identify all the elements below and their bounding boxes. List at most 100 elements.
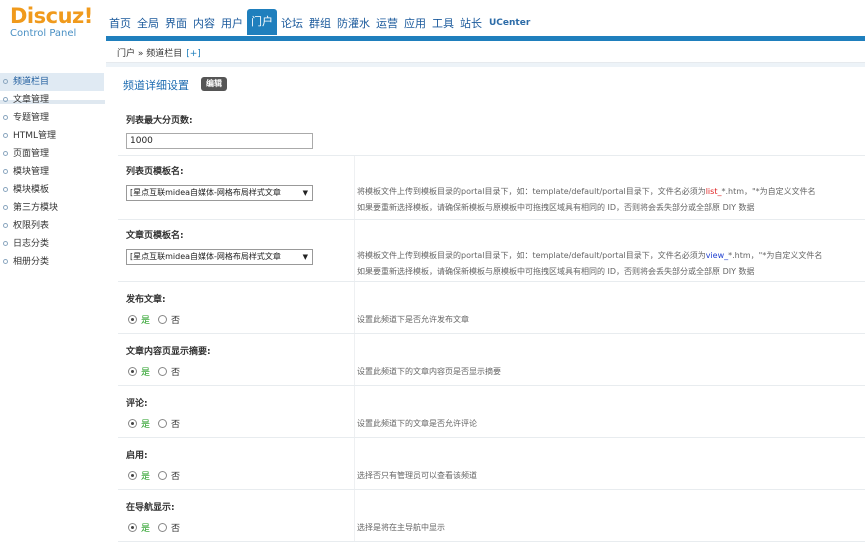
- main-content: 频道详细设置 编辑 列表最大分页数: 列表页模板名: [星点互联midea自媒体…: [106, 67, 865, 545]
- list-template-desc-1: 将模板文件上传到模板目录的portal目录下，如：template/defaul…: [357, 184, 816, 200]
- sidebar-item-channels[interactable]: 频道栏目: [0, 73, 104, 91]
- show-summary-yes[interactable]: 是: [128, 365, 150, 378]
- tab-group[interactable]: 群组: [306, 12, 334, 36]
- tab-apps[interactable]: 应用: [401, 12, 429, 36]
- sidebar-item-label: HTML管理: [13, 131, 57, 141]
- max-pages-input[interactable]: [126, 133, 313, 149]
- comments-no[interactable]: 否: [158, 417, 180, 430]
- publish-article-no[interactable]: 否: [158, 313, 180, 326]
- bullet-icon: [3, 169, 8, 174]
- article-template-label: 文章页模板名:: [126, 231, 184, 241]
- radio-label: 是: [141, 420, 151, 430]
- bullet-icon: [3, 151, 8, 156]
- logo-text: Discuz!: [10, 4, 93, 28]
- article-template-row: 文章页模板名: [星点互联midea自媒体-网格布局样式文章 ▼ 将模板文件上传…: [118, 220, 865, 282]
- sidebar-item-articles[interactable]: 文章管理: [0, 91, 104, 109]
- sidebar-item-blog-categories[interactable]: 日志分类: [0, 235, 104, 253]
- tab-operation[interactable]: 运营: [373, 12, 401, 36]
- comments-yes[interactable]: 是: [128, 417, 150, 430]
- sidebar-item-label: 模块管理: [13, 167, 50, 177]
- comments-label: 评论:: [126, 399, 148, 409]
- bullet-icon: [3, 79, 8, 84]
- publish-article-yes[interactable]: 是: [128, 313, 150, 326]
- breadcrumb-text: 门户 » 频道栏目: [117, 49, 183, 59]
- tab-global[interactable]: 全局: [134, 12, 162, 36]
- bullet-icon: [3, 241, 8, 246]
- sidebar-item-label: 文章管理: [13, 95, 50, 105]
- show-summary-options: 是 否: [128, 365, 188, 378]
- sidebar-item-third-party-blocks[interactable]: 第三方模块: [0, 199, 104, 217]
- add-shortcut-button[interactable]: [+]: [186, 49, 201, 59]
- max-pages-label: 列表最大分页数:: [126, 116, 193, 126]
- list-template-label: 列表页模板名:: [126, 167, 184, 177]
- publish-article-desc: 设置此频道下是否允许发布文章: [357, 315, 469, 324]
- breadcrumb-bar: 门户 » 频道栏目 [+]: [106, 41, 865, 63]
- sidebar-item-block-templates[interactable]: 模块模板: [0, 181, 104, 199]
- tab-tools[interactable]: 工具: [429, 12, 457, 36]
- radio-unchecked-icon: [158, 419, 168, 428]
- sidebar-menu: 频道栏目 文章管理 专题管理 HTML管理 页面管理 模块管理 模块模板 第三方…: [0, 73, 104, 271]
- sidebar-item-pages[interactable]: 页面管理: [0, 145, 104, 163]
- sidebar-item-label: 模块模板: [13, 185, 50, 195]
- enable-label: 启用:: [126, 451, 148, 461]
- top-nav: 首页 全局 界面 内容 用户 门户 论坛 群组 防灌水 运营 应用 工具 站长 …: [106, 9, 534, 36]
- radio-checked-icon: [128, 523, 137, 532]
- list-template-value: [星点互联midea自媒体-网格布局样式文章: [130, 188, 281, 197]
- desc-text: *.htm，"*为自定义文件名: [728, 251, 823, 260]
- column-divider: [354, 220, 355, 281]
- bullet-icon: [3, 223, 8, 228]
- show-summary-label: 文章内容页显示摘要:: [126, 347, 211, 357]
- radio-label: 否: [171, 524, 181, 534]
- nav-display-desc: 选择是将在主导航中显示: [357, 523, 445, 532]
- radio-label: 是: [141, 524, 151, 534]
- sidebar-item-label: 频道栏目: [13, 77, 50, 87]
- list-template-desc-2: 如果要重新选择模板，请确保新模板与原模板中可拖拽区域具有相同的 ID，否则将会丢…: [357, 203, 755, 212]
- tab-home[interactable]: 首页: [106, 12, 134, 36]
- column-divider: [354, 282, 355, 333]
- tab-forum[interactable]: 论坛: [278, 12, 306, 36]
- show-summary-no[interactable]: 否: [158, 365, 180, 378]
- desc-highlight: view_: [705, 251, 729, 260]
- bullet-icon: [3, 115, 8, 120]
- tab-antispam[interactable]: 防灌水: [334, 12, 373, 36]
- comments-options: 是 否: [128, 417, 188, 430]
- radio-label: 是: [141, 316, 151, 326]
- enable-yes[interactable]: 是: [128, 469, 150, 482]
- publish-article-label: 发布文章:: [126, 295, 166, 305]
- comments-row: 评论: 是 否 设置此频道下的文章是否允许评论: [118, 386, 865, 438]
- sidebar-item-topics[interactable]: 专题管理: [0, 109, 104, 127]
- nav-display-yes[interactable]: 是: [128, 521, 150, 534]
- max-pages-row: 列表最大分页数:: [118, 105, 865, 156]
- tab-content[interactable]: 内容: [190, 12, 218, 36]
- bullet-icon: [3, 187, 8, 192]
- sidebar-item-permissions[interactable]: 权限列表: [0, 217, 104, 235]
- sidebar-item-html[interactable]: HTML管理: [0, 127, 104, 145]
- article-template-select[interactable]: [星点互联midea自媒体-网格布局样式文章 ▼: [126, 249, 313, 265]
- tab-style[interactable]: 界面: [162, 12, 190, 36]
- enable-options: 是 否: [128, 469, 188, 482]
- tab-portal[interactable]: 门户: [247, 9, 277, 35]
- radio-checked-icon: [128, 471, 137, 480]
- enable-no[interactable]: 否: [158, 469, 180, 482]
- enable-row: 启用: 是 否 选择否只有管理员可以查看该频道: [118, 438, 865, 490]
- tab-users[interactable]: 用户: [218, 12, 246, 36]
- enable-desc: 选择否只有管理员可以查看该频道: [357, 471, 477, 480]
- nav-display-label: 在导航显示:: [126, 503, 175, 513]
- show-summary-desc: 设置此频道下的文章内容页是否显示摘要: [357, 367, 501, 376]
- tab-founder[interactable]: 站长: [457, 12, 485, 36]
- article-template-desc-2: 如果要重新选择模板，请确保新模板与原模板中可拖拽区域具有相同的 ID，否则将会丢…: [357, 267, 755, 276]
- bullet-icon: [3, 259, 8, 264]
- nav-display-no[interactable]: 否: [158, 521, 180, 534]
- tab-ucenter[interactable]: UCenter: [485, 12, 534, 36]
- radio-checked-icon: [128, 367, 137, 376]
- desc-text: 将模板文件上传到模板目录的portal目录下，如：template/defaul…: [357, 251, 706, 260]
- article-template-value: [星点互联midea自媒体-网格布局样式文章: [130, 252, 281, 261]
- sidebar-item-blocks[interactable]: 模块管理: [0, 163, 104, 181]
- radio-label: 否: [171, 316, 181, 326]
- edit-button[interactable]: 编辑: [201, 77, 227, 91]
- sidebar-item-album-categories[interactable]: 相册分类: [0, 253, 104, 271]
- article-template-desc-1: 将模板文件上传到模板目录的portal目录下，如：template/defaul…: [357, 248, 822, 264]
- page-title: 频道详细设置: [123, 79, 189, 92]
- sidebar-item-label: 日志分类: [13, 239, 50, 249]
- list-template-select[interactable]: [星点互联midea自媒体-网格布局样式文章 ▼: [126, 185, 313, 201]
